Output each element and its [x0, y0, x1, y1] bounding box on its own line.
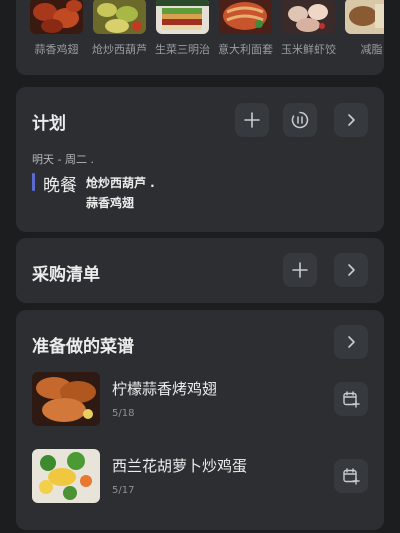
recent-recipe-item[interactable]: 减脂 [345, 0, 384, 57]
plus-icon [292, 262, 308, 278]
recipe-thumbnail [30, 0, 83, 34]
add-plan-button[interactable] [235, 103, 269, 137]
shopping-list-next-button[interactable] [334, 253, 368, 287]
plan-days: 明天 - 周二 . [32, 153, 94, 166]
recent-recipe-label: 减脂 [360, 43, 383, 56]
recent-recipe-label: 意大利面套 [218, 43, 273, 56]
schedule-recipe-button[interactable] [334, 382, 368, 416]
plan-meal-label: 晚餐 [43, 176, 77, 196]
shopping-list-card: 采购清单 [16, 238, 384, 303]
plan-dish[interactable]: 炝炒西葫芦 . [86, 174, 155, 191]
plan-next-button[interactable] [334, 103, 368, 137]
recipe-list-item[interactable]: 西兰花胡萝卜炒鸡蛋 5/17 [32, 449, 368, 507]
to-cook-next-button[interactable] [334, 325, 368, 359]
recipe-date: 5/17 [112, 485, 135, 496]
recipe-thumbnail [282, 0, 335, 34]
recipe-thumbnail [156, 0, 209, 34]
recent-recipe-item[interactable]: 玉米鲜虾饺 [281, 0, 336, 57]
recipe-list-item[interactable]: 柠檬蒜香烤鸡翅 5/18 [32, 372, 368, 430]
recipe-name: 西兰花胡萝卜炒鸡蛋 [112, 457, 248, 475]
recipe-thumbnail [93, 0, 146, 34]
recent-recipe-item[interactable]: 意大利面套 [218, 0, 273, 57]
recent-recipe-item[interactable]: 炝炒西葫芦 [92, 0, 147, 57]
calendar-add-icon [343, 468, 360, 485]
to-cook-title: 准备做的菜谱 [32, 337, 134, 357]
timer-pause-icon [291, 111, 309, 129]
plan-timer-button[interactable] [283, 103, 317, 137]
recipe-image [32, 449, 100, 503]
recent-recipe-label: 玉米鲜虾饺 [281, 43, 336, 56]
plus-icon [244, 112, 260, 128]
to-cook-recipes-card: 准备做的菜谱 柠檬蒜香烤鸡翅 5/18 西兰花胡萝卜炒鸡蛋 5/17 [16, 310, 384, 530]
add-shopping-item-button[interactable] [283, 253, 317, 287]
recent-recipe-item[interactable]: 蒜香鸡翅 [30, 0, 83, 57]
recipe-thumbnail [345, 0, 384, 34]
chevron-right-icon [348, 114, 355, 126]
recent-recipe-item[interactable]: 生菜三明治 [155, 0, 210, 57]
recent-recipe-label: 生菜三明治 [155, 43, 210, 56]
recipe-name: 柠檬蒜香烤鸡翅 [112, 380, 218, 398]
chevron-right-icon [348, 264, 355, 276]
recipe-date: 5/18 [112, 408, 135, 419]
chevron-right-icon [348, 336, 355, 348]
shopping-list-title: 采购清单 [32, 265, 100, 285]
plan-dish[interactable]: 蒜香鸡翅 [86, 194, 134, 211]
calendar-add-icon [343, 391, 360, 408]
meal-accent-bar [32, 173, 35, 191]
recent-recipe-label: 炝炒西葫芦 [92, 43, 147, 56]
schedule-recipe-button[interactable] [334, 459, 368, 493]
recent-recipes-card: 蒜香鸡翅 炝炒西葫芦 生菜三明治 意大利面套 玉米鲜虾饺 减脂 [16, 0, 384, 75]
recipe-thumbnail [219, 0, 272, 34]
plan-card: 计划 明天 - 周二 . 晚餐 炝炒西葫芦 . 蒜香鸡翅 [16, 87, 384, 232]
recipe-image [32, 372, 100, 426]
plan-title: 计划 [32, 114, 66, 134]
recent-recipe-label: 蒜香鸡翅 [34, 43, 79, 56]
recent-recipes-row: 蒜香鸡翅 炝炒西葫芦 生菜三明治 意大利面套 玉米鲜虾饺 减脂 [30, 0, 384, 57]
